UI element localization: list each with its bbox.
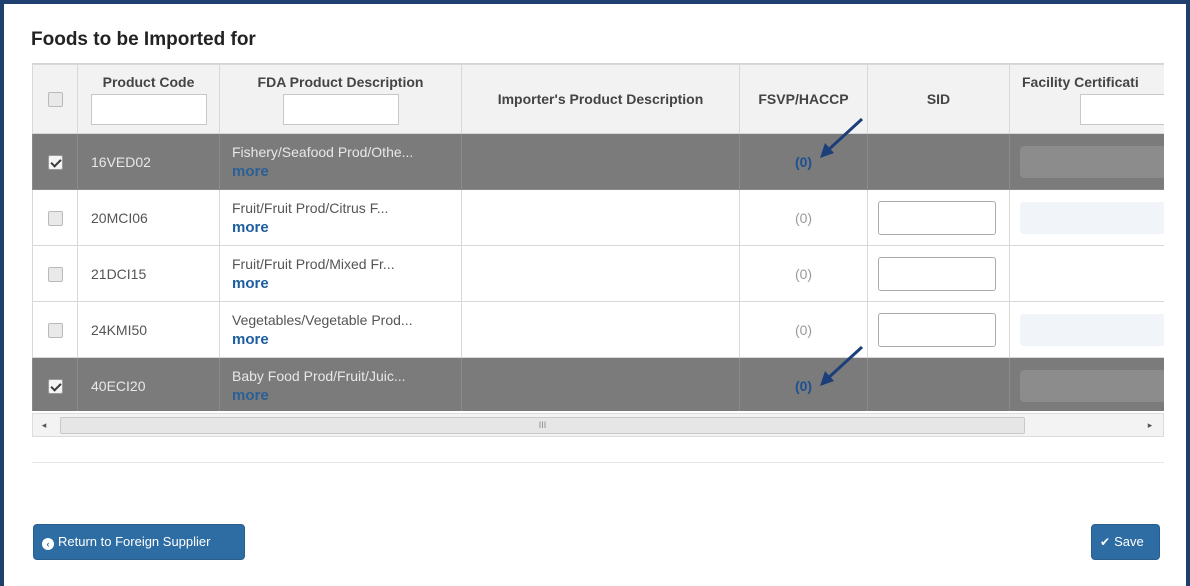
fda-description-cell: Fruit/Fruit Prod/Citrus F... more	[219, 189, 462, 246]
facility-cert-cell	[1009, 245, 1164, 302]
sid-cell	[867, 189, 1010, 246]
return-to-foreign-supplier-button[interactable]: ‹ Return to Foreign Supplier	[33, 524, 245, 560]
fda-description-text: Vegetables/Vegetable Prod...	[232, 311, 413, 328]
scrollbar-grip: III	[538, 420, 547, 430]
select-all-header[interactable]	[32, 64, 78, 134]
facility-cert-header: Facility Certificati	[1009, 64, 1164, 134]
more-link[interactable]: more	[232, 218, 461, 237]
fda-description-header-label: FDA Product Description	[257, 74, 424, 90]
facility-cert-header-label: Facility Certificati	[1022, 74, 1139, 90]
save-button[interactable]: ✔ Save	[1091, 524, 1160, 560]
row-checkbox[interactable]	[47, 266, 63, 282]
scroll-right-icon[interactable]: ▸	[1143, 418, 1157, 432]
fda-description-header: FDA Product Description	[219, 64, 462, 134]
fda-description-cell: Baby Food Prod/Fruit/Juic... more	[219, 357, 462, 411]
facility-cert-field[interactable]	[1020, 369, 1164, 402]
scrollbar-thumb[interactable]: III	[60, 417, 1025, 434]
fsvp-count-link[interactable]: (0)	[795, 154, 812, 170]
product-code-filter-input[interactable]	[90, 94, 207, 125]
sid-input[interactable]	[878, 200, 996, 235]
row-select-cell[interactable]	[32, 245, 78, 302]
scroll-left-icon[interactable]: ◂	[37, 418, 51, 432]
sid-cell	[867, 245, 1010, 302]
product-code-cell: 21DCI15	[77, 245, 220, 302]
sid-cell	[867, 357, 1010, 411]
facility-cert-cell	[1009, 357, 1164, 411]
more-link[interactable]: more	[232, 162, 461, 181]
table-row[interactable]: 21DCI15 Fruit/Fruit Prod/Mixed Fr... mor…	[32, 245, 1164, 302]
save-button-label: Save	[1114, 534, 1144, 549]
product-code-cell: 20MCI06	[77, 189, 220, 246]
foods-grid: Product Code FDA Product Description Imp…	[32, 63, 1164, 411]
divider	[32, 462, 1164, 463]
fda-description-cell: Fishery/Seafood Prod/Othe... more	[219, 133, 462, 190]
sid-cell	[867, 301, 1010, 358]
pointer-arrow-icon	[816, 116, 870, 160]
save-check-icon: ✔	[1100, 535, 1111, 549]
fda-description-text: Fishery/Seafood Prod/Othe...	[232, 143, 414, 160]
fda-description-cell: Fruit/Fruit Prod/Mixed Fr... more	[219, 245, 462, 302]
foods-table: Product Code FDA Product Description Imp…	[32, 64, 1164, 411]
row-checkbox[interactable]	[47, 154, 63, 170]
fda-description-filter-input[interactable]	[282, 94, 399, 125]
importer-description-cell	[461, 245, 740, 302]
facility-cert-field[interactable]	[1020, 145, 1164, 178]
table-row[interactable]: 20MCI06 Fruit/Fruit Prod/Citrus F... mor…	[32, 189, 1164, 246]
table-row[interactable]: 16VED02 Fishery/Seafood Prod/Othe... mor…	[32, 133, 1164, 190]
facility-cert-cell	[1009, 189, 1164, 246]
row-select-cell[interactable]	[32, 357, 78, 411]
more-link[interactable]: more	[232, 386, 461, 405]
horizontal-scrollbar[interactable]: ◂ III ▸	[32, 413, 1164, 437]
row-select-cell[interactable]	[32, 189, 78, 246]
product-code-cell: 40ECI20	[77, 357, 220, 411]
facility-cert-cell	[1009, 301, 1164, 358]
fda-description-text: Fruit/Fruit Prod/Citrus F...	[232, 199, 389, 216]
pointer-arrow-icon	[816, 344, 870, 388]
product-code-header-label: Product Code	[102, 74, 195, 90]
section-title: Foods to be Imported for	[31, 29, 256, 50]
importer-description-cell	[461, 357, 740, 411]
fda-description-text: Baby Food Prod/Fruit/Juic...	[232, 367, 406, 384]
row-checkbox[interactable]	[47, 378, 63, 394]
importer-description-cell	[461, 133, 740, 190]
product-code-cell: 16VED02	[77, 133, 220, 190]
select-all-checkbox[interactable]	[47, 92, 63, 108]
fsvp-count-link[interactable]: (0)	[795, 378, 812, 394]
fda-description-cell: Vegetables/Vegetable Prod... more	[219, 301, 462, 358]
fsvp-haccp-cell: (0)	[739, 189, 868, 246]
table-row[interactable]: 24KMI50 Vegetables/Vegetable Prod... mor…	[32, 301, 1164, 358]
importer-description-cell	[461, 189, 740, 246]
row-checkbox[interactable]	[47, 322, 63, 338]
product-code-header: Product Code	[77, 64, 220, 134]
table-header-row: Product Code FDA Product Description Imp…	[32, 64, 1164, 134]
facility-cert-cell	[1009, 133, 1164, 190]
fsvp-haccp-cell: (0)	[739, 245, 868, 302]
facility-cert-field[interactable]	[1020, 313, 1164, 346]
row-select-cell[interactable]	[32, 301, 78, 358]
product-code-cell: 24KMI50	[77, 301, 220, 358]
fda-description-text: Fruit/Fruit Prod/Mixed Fr...	[232, 255, 395, 272]
app-frame: Foods to be Imported for Product Code FD…	[0, 0, 1190, 586]
facility-cert-field[interactable]	[1020, 201, 1164, 234]
more-link[interactable]: more	[232, 274, 461, 293]
row-checkbox[interactable]	[47, 210, 63, 226]
row-select-cell[interactable]	[32, 133, 78, 190]
sid-cell	[867, 133, 1010, 190]
circle-left-arrow-icon: ‹	[42, 538, 54, 550]
facility-cert-filter-input[interactable]	[1080, 94, 1164, 125]
sid-input[interactable]	[878, 312, 996, 347]
importer-description-header: Importer's Product Description	[461, 64, 740, 134]
table-row[interactable]: 40ECI20 Baby Food Prod/Fruit/Juic... mor…	[32, 357, 1164, 411]
sid-header: SID	[867, 64, 1010, 134]
more-link[interactable]: more	[232, 330, 461, 349]
importer-description-cell	[461, 301, 740, 358]
return-button-label: Return to Foreign Supplier	[58, 534, 211, 549]
sid-input[interactable]	[878, 256, 996, 291]
